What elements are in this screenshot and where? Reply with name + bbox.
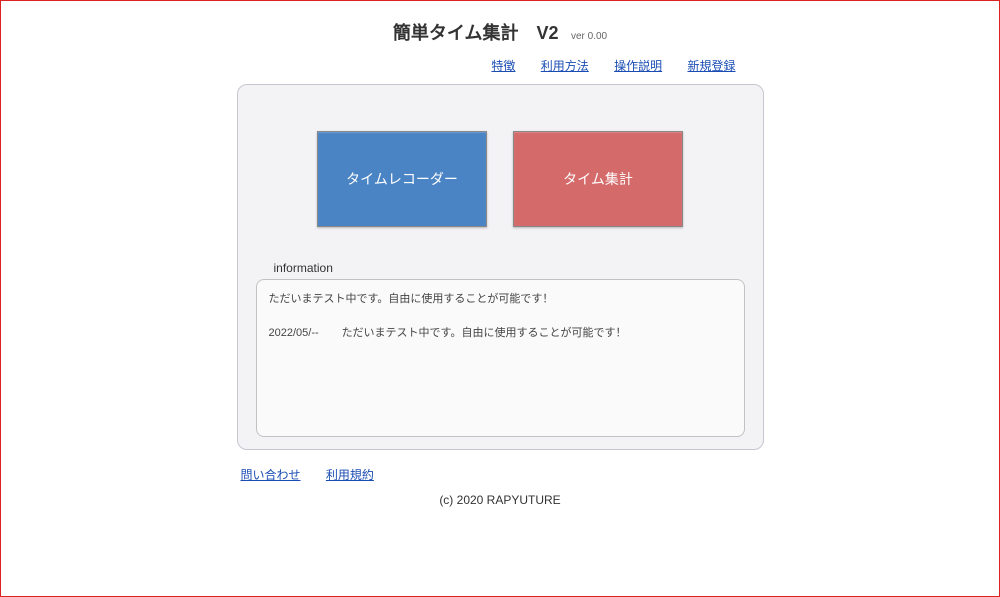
version-label: ver 0.00	[571, 31, 607, 42]
nav-features[interactable]: 特徴	[491, 59, 515, 73]
info-text: ただいまテスト中です。自由に使用することが可能です！	[342, 327, 627, 339]
main-panel: タイムレコーダー タイム集計 information ただいまテスト中です。自由…	[237, 84, 764, 450]
time-recorder-label: タイムレコーダー	[346, 169, 458, 189]
nav-instructions[interactable]: 操作説明	[614, 59, 662, 73]
button-row: タイムレコーダー タイム集計	[256, 103, 745, 255]
time-recorder-button[interactable]: タイムレコーダー	[317, 131, 487, 227]
time-summary-label: タイム集計	[563, 169, 633, 189]
information-heading: information	[274, 261, 745, 275]
app-container: 簡単タイム集計 V2 ver 0.00 特徴 利用方法 操作説明 新規登録 タイ…	[237, 7, 764, 513]
nav-register[interactable]: 新規登録	[687, 59, 735, 73]
page-title: 簡単タイム集計 V2	[393, 19, 559, 45]
info-date: 2022/05/--	[269, 327, 339, 339]
nav-usage[interactable]: 利用方法	[541, 59, 589, 73]
contact-link[interactable]: 問い合わせ	[241, 468, 301, 482]
header: 簡単タイム集計 V2 ver 0.00	[237, 7, 764, 53]
time-summary-button[interactable]: タイム集計	[513, 131, 683, 227]
info-line-1: ただいまテスト中です。自由に使用することが可能です！	[269, 290, 732, 306]
copyright: (c) 2020 RAPYUTURE	[237, 489, 764, 513]
footer-links: 問い合わせ 利用規約	[237, 450, 764, 489]
info-line-2: 2022/05/-- ただいまテスト中です。自由に使用することが可能です！	[269, 324, 732, 340]
top-nav: 特徴 利用方法 操作説明 新規登録	[237, 53, 764, 84]
terms-link[interactable]: 利用規約	[326, 468, 374, 482]
information-box: ただいまテスト中です。自由に使用することが可能です！ 2022/05/-- ただ…	[256, 279, 745, 437]
